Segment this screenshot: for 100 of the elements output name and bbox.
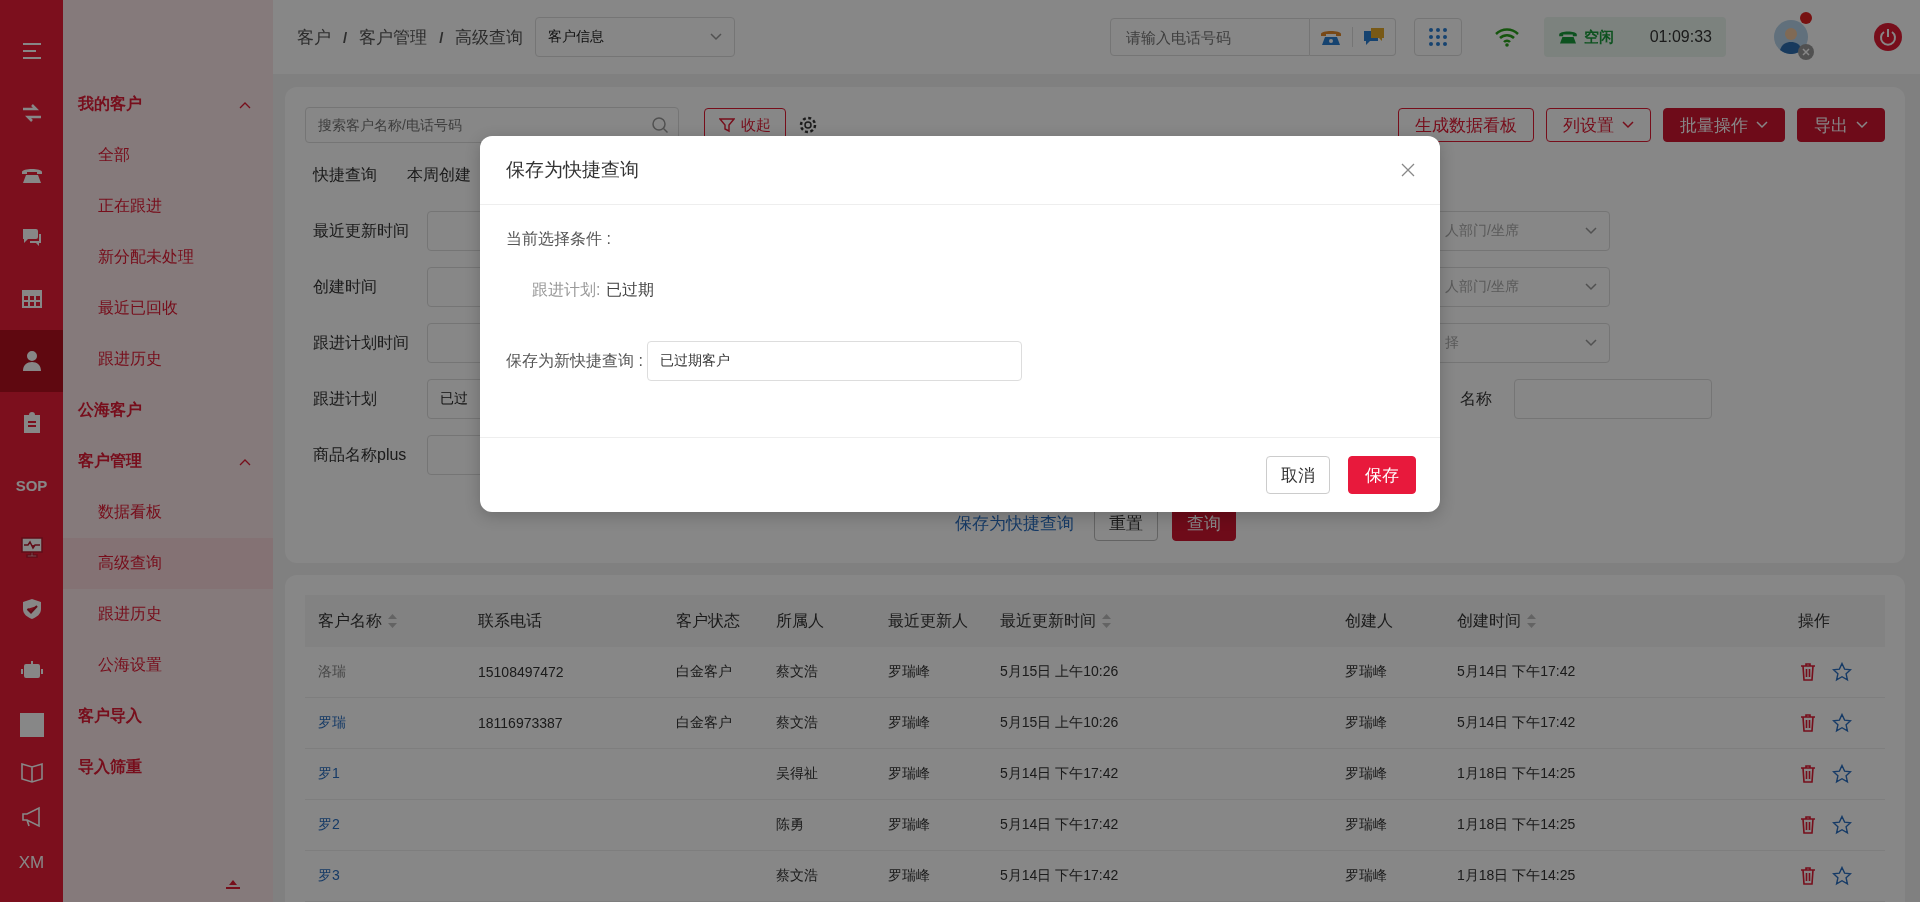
breadcrumb-item[interactable]: 高级查询 <box>455 25 524 49</box>
sidebar-group[interactable]: 客户导入 <box>63 691 273 742</box>
save-button[interactable]: 保存 <box>1348 456 1416 494</box>
star-button[interactable] <box>1832 866 1852 886</box>
column-header[interactable]: 客户名称 <box>305 610 465 632</box>
star-icon <box>1832 662 1852 682</box>
notification-dot <box>1800 12 1812 24</box>
agent-status[interactable]: 空闲 01:09:33 <box>1544 17 1726 57</box>
trash-icon <box>1798 713 1818 733</box>
sort-icon[interactable] <box>388 614 397 628</box>
star-icon <box>1832 815 1852 835</box>
customer-name[interactable]: 罗3 <box>318 867 340 883</box>
sort-icon[interactable] <box>1102 614 1111 628</box>
table-cell: 1月18日 下午14:25 <box>1457 867 1576 883</box>
column-header[interactable]: 最近更新时间 <box>987 610 1332 632</box>
category-select[interactable]: 客户信息 <box>535 17 736 57</box>
breadcrumb-item[interactable]: 客户 <box>297 25 331 49</box>
sidebar-item[interactable]: 新分配未处理 <box>63 232 273 283</box>
sidebar-group[interactable]: 导入筛重 <box>63 742 273 793</box>
customer-name[interactable]: 罗1 <box>318 765 340 781</box>
star-icon <box>1832 713 1852 733</box>
toolbar-button[interactable]: 生成数据看板 <box>1398 108 1534 142</box>
call-timer: 01:09:33 <box>1649 28 1712 46</box>
phone-input-field[interactable]: 请输入电话号码 <box>1110 18 1310 56</box>
table-cell: 罗瑞峰 <box>888 663 930 679</box>
filter-label: 商品名称plus <box>313 444 408 465</box>
table-cell: 罗瑞峰 <box>1345 765 1387 781</box>
column-header: 创建人 <box>1344 610 1394 631</box>
column-header: 客户状态 <box>675 610 741 631</box>
table-cell: 5月15日 上午10:26 <box>1000 714 1119 730</box>
table-cell: 5月15日 上午10:26 <box>1000 663 1119 679</box>
sidebar-item[interactable]: 高级查询 <box>63 538 273 589</box>
table-cell: 1月18日 下午14:25 <box>1457 816 1576 832</box>
sidebar-group[interactable]: 我的客户 <box>63 79 273 130</box>
table-cell: 5月14日 下午17:42 <box>1457 714 1576 730</box>
chevron-icon <box>239 100 251 109</box>
table-cell: 吴得祉 <box>776 765 818 781</box>
customer-name[interactable]: 罗2 <box>318 816 340 832</box>
filter-label: 最近更新时间 <box>313 220 410 241</box>
avatar-icon[interactable] <box>1774 20 1808 54</box>
delete-button[interactable] <box>1798 866 1818 886</box>
star-button[interactable] <box>1832 764 1852 784</box>
sidebar-group[interactable]: 客户管理 <box>63 436 273 487</box>
breadcrumb-separator: / <box>439 28 444 46</box>
table-cell: 1月18日 下午14:25 <box>1457 765 1576 781</box>
table-cell: 5月14日 下午17:42 <box>1000 816 1119 832</box>
dialpad-button[interactable] <box>1414 18 1462 56</box>
dot-grid-icon <box>1429 28 1447 46</box>
table-cell: 15108497472 <box>478 664 564 680</box>
table-cell: 5月14日 下午17:42 <box>1000 765 1119 781</box>
chevron-icon <box>239 457 251 466</box>
trash-icon <box>1798 866 1818 886</box>
collapse-icon[interactable] <box>226 880 240 890</box>
rail-text-item[interactable]: XM <box>0 840 63 886</box>
toolbar-button[interactable]: 列设置 <box>1546 108 1651 142</box>
sidebar-item[interactable]: 公海设置 <box>63 640 273 691</box>
sort-icon[interactable] <box>1527 614 1536 628</box>
star-button[interactable] <box>1832 713 1852 733</box>
filter-label: 跟进计划 <box>313 388 378 409</box>
cancel-button[interactable]: 取消 <box>1266 456 1330 494</box>
column-header: 所属人 <box>775 610 825 631</box>
delete-button[interactable] <box>1798 713 1818 733</box>
filter-label: 创建时间 <box>313 276 378 297</box>
delete-button[interactable] <box>1798 662 1818 682</box>
table-cell: 蔡文浩 <box>776 663 818 679</box>
power-icon[interactable] <box>1874 23 1902 51</box>
sidebar-item[interactable]: 全部 <box>63 130 273 181</box>
toolbar-button[interactable]: 批量操作 <box>1663 108 1785 142</box>
star-button[interactable] <box>1832 815 1852 835</box>
column-header[interactable]: 创建时间 <box>1444 610 1785 632</box>
close-button[interactable] <box>1400 162 1416 178</box>
delete-button[interactable] <box>1798 764 1818 784</box>
table-cell: 白金客户 <box>676 714 732 730</box>
condition-value: 已过期 <box>606 280 655 300</box>
save-quick-query-link[interactable]: 保存为快捷查询 <box>954 511 1074 535</box>
query-name-label: 保存为新快捷查询 : <box>506 350 643 371</box>
table-cell: 陈勇 <box>776 816 804 832</box>
sidebar-item[interactable]: 跟进历史 <box>63 334 273 385</box>
search-field[interactable]: 搜索客户名称/电话号码 <box>305 107 679 143</box>
sidebar-item[interactable]: 跟进历史 <box>63 589 273 640</box>
quick-query-tag[interactable]: 本周创建 <box>407 164 471 186</box>
rail-text-item[interactable]: SOP <box>0 454 63 516</box>
table-cell: 罗瑞峰 <box>1345 867 1387 883</box>
sidebar-item[interactable]: 正在跟进 <box>63 181 273 232</box>
sidebar-group[interactable]: 公海客户 <box>63 385 273 436</box>
table-cell: 罗瑞峰 <box>1345 816 1387 832</box>
rail-icon-button[interactable] <box>0 330 63 392</box>
settings-icon[interactable] <box>798 115 818 135</box>
grid-icon <box>19 287 44 311</box>
star-button[interactable] <box>1832 662 1852 682</box>
trash-icon <box>1798 815 1818 835</box>
toolbar-button[interactable]: 导出 <box>1797 108 1885 142</box>
customer-name[interactable]: 罗瑞 <box>318 714 346 730</box>
sidebar-item[interactable]: 数据看板 <box>63 487 273 538</box>
filter-label: 跟进计划时间 <box>313 332 410 353</box>
sidebar-item[interactable]: 最近已回收 <box>63 283 273 334</box>
search-icon <box>651 116 669 134</box>
breadcrumb-item[interactable]: 客户管理 <box>359 25 428 49</box>
delete-button[interactable] <box>1798 815 1818 835</box>
query-name-field[interactable]: 已过期客户 <box>646 341 1022 381</box>
